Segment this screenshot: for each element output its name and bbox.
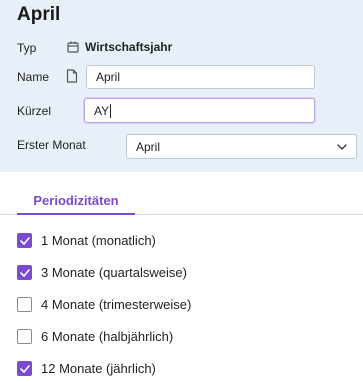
checkbox-row-trimesterweise[interactable]: 4 Monate (trimesterweise) [17, 297, 191, 312]
kuerzel-label: Kürzel [17, 104, 52, 118]
checkbox-row-monatlich[interactable]: 1 Monat (monatlich) [17, 233, 156, 248]
checkmark-icon [19, 268, 30, 277]
checkbox-row-halbjaehrlich[interactable]: 6 Monate (halbjährlich) [17, 329, 173, 344]
typ-value-text: Wirtschaftsjahr [85, 40, 173, 54]
checkbox-label: 3 Monate (quartalsweise) [41, 265, 187, 280]
erster-monat-label: Erster Monat [17, 138, 86, 152]
erster-monat-select[interactable]: April [126, 134, 357, 159]
checkbox-label: 4 Monate (trimesterweise) [41, 297, 192, 312]
checkmark-icon [19, 236, 30, 245]
checkbox-row-jaehrlich[interactable]: 12 Monate (jährlich) [17, 361, 156, 376]
checkbox[interactable] [17, 233, 32, 248]
text-caret [110, 103, 112, 118]
typ-value: Wirtschaftsjahr [67, 40, 172, 54]
checkbox-label: 1 Monat (monatlich) [41, 233, 156, 248]
name-input[interactable]: April [86, 65, 315, 89]
checkmark-icon [19, 364, 30, 373]
checkbox[interactable] [17, 329, 32, 344]
chevron-down-icon [337, 143, 347, 150]
kuerzel-input[interactable]: AY [84, 98, 315, 123]
name-label: Name [17, 70, 50, 84]
typ-label: Typ [17, 41, 37, 55]
checkbox[interactable] [17, 361, 32, 376]
checkbox-label: 12 Monate (jährlich) [41, 361, 156, 376]
header-panel: April Typ Wirtschaftsjahr Name April Kür… [0, 0, 363, 172]
name-input-value: April [96, 70, 121, 84]
tab-bar: Periodizitäten [0, 191, 363, 215]
tab-periodizitaeten[interactable]: Periodizitäten [17, 191, 135, 215]
kuerzel-input-value: AY [94, 103, 110, 118]
erster-monat-value: April [136, 139, 161, 154]
checkbox[interactable] [17, 297, 32, 312]
document-icon [66, 69, 78, 83]
checkbox-row-quartalsweise[interactable]: 3 Monate (quartalsweise) [17, 265, 187, 280]
checkbox[interactable] [17, 265, 32, 280]
checkbox-label: 6 Monate (halbjährlich) [41, 329, 174, 344]
page-title: April [17, 4, 61, 25]
calendar-icon [67, 41, 79, 53]
